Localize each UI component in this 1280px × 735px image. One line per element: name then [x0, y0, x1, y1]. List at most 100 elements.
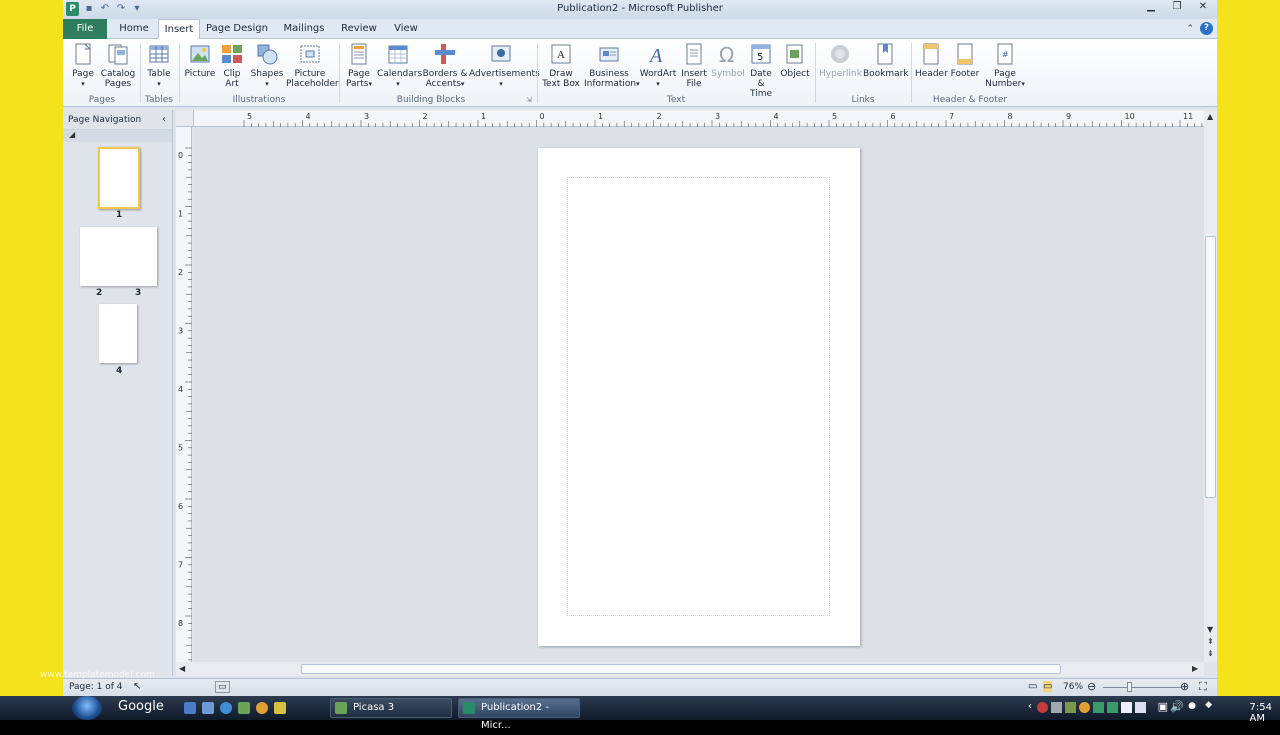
page-thumbnail-4[interactable]: [99, 304, 137, 363]
scroll-up-icon[interactable]: ▲: [1207, 112, 1213, 121]
publication-page[interactable]: [538, 148, 860, 646]
ruler-corner[interactable]: [176, 110, 194, 127]
picture-placeholder-button[interactable]: Picture Placeholder: [286, 42, 339, 89]
start-button[interactable]: [72, 696, 102, 720]
tab-page-design[interactable]: Page Design: [206, 19, 268, 39]
zoom-slider-thumb[interactable]: [1127, 682, 1132, 692]
bookmark-button[interactable]: Bookmark: [863, 42, 909, 79]
page-button[interactable]: Page ▾: [68, 42, 98, 89]
horizontal-scroll-thumb[interactable]: [301, 664, 1061, 674]
shapes-button[interactable]: Shapes ▾: [249, 42, 285, 89]
minimize-icon[interactable]: ▁: [1139, 0, 1163, 14]
security-tray-icon[interactable]: [1037, 702, 1048, 713]
chrome-icon[interactable]: [256, 702, 268, 714]
tray-icon[interactable]: [1065, 702, 1076, 713]
tray-icon[interactable]: [1093, 702, 1104, 713]
picture-button[interactable]: Picture: [184, 42, 216, 79]
media-icon[interactable]: [274, 702, 286, 714]
page-thumbnail-1[interactable]: [98, 147, 140, 209]
table-button[interactable]: Table ▾: [143, 42, 175, 89]
volume-icon[interactable]: 🔊: [1170, 700, 1184, 713]
show-desktop-icon[interactable]: [184, 702, 196, 714]
object-button[interactable]: Object: [779, 42, 811, 79]
zoom-slider[interactable]: [1103, 687, 1181, 688]
borders-accents-button[interactable]: Borders & Accents▾: [422, 42, 468, 89]
header-button[interactable]: Header: [915, 42, 948, 79]
ruler-label: 2: [657, 112, 662, 121]
vertical-scrollbar[interactable]: ▲ ▼ ⇞ ⇟: [1204, 110, 1217, 662]
close-icon[interactable]: ✕: [1191, 0, 1215, 14]
next-page-icon[interactable]: ⇟: [1207, 649, 1214, 658]
tray-expand-icon[interactable]: ‹: [1028, 701, 1032, 712]
google-toolbar-label[interactable]: Google: [118, 699, 164, 714]
tray-icon[interactable]: ●: [1188, 701, 1196, 711]
previous-page-icon[interactable]: ⇞: [1207, 637, 1214, 646]
tray-icon[interactable]: [1107, 702, 1118, 713]
collapse-pane-icon[interactable]: ‹: [162, 110, 166, 130]
catalog-pages-button[interactable]: Catalog Pages: [100, 42, 136, 89]
zoom-out-icon[interactable]: ⊖: [1087, 680, 1096, 693]
zoom-in-icon[interactable]: ⊕: [1180, 680, 1189, 693]
page-thumbnail-2-3[interactable]: [80, 227, 157, 286]
tab-insert[interactable]: Insert: [158, 19, 200, 40]
draw-text-box-button[interactable]: A Draw Text Box: [541, 42, 581, 89]
tray-icon[interactable]: [1135, 702, 1146, 713]
horizontal-ruler[interactable]: 5 4 3 2 1 0 1 2 3 4 5 6 7 8 9 10 11: [194, 110, 1204, 127]
internet-explorer-icon[interactable]: [220, 702, 232, 714]
tab-file[interactable]: File: [63, 19, 107, 39]
taskbar-item-picasa[interactable]: Picasa 3: [330, 698, 452, 718]
single-page-view-icon[interactable]: ▭: [1028, 681, 1037, 692]
footer-button[interactable]: Footer: [949, 42, 981, 79]
symbol-button[interactable]: Ω Symbol: [711, 42, 745, 79]
clip-art-button[interactable]: Clip Art: [220, 42, 244, 89]
network-icon[interactable]: ▣: [1158, 700, 1168, 713]
switch-windows-icon[interactable]: [202, 702, 214, 714]
tab-review[interactable]: Review: [339, 19, 379, 39]
clock[interactable]: 7:54 AM: [1250, 702, 1272, 724]
hyperlink-button[interactable]: Hyperlink: [819, 42, 862, 79]
calendars-button[interactable]: Calendars ▾: [377, 42, 422, 89]
horizontal-scrollbar[interactable]: ◀ ▶: [176, 662, 1204, 676]
tray-icon[interactable]: ◆: [1205, 700, 1212, 710]
advertisements-icon: [491, 45, 511, 62]
publisher-window: P ▪ ↶ ↷ ▾ Publication2 - Microsoft Publi…: [63, 0, 1217, 696]
two-page-view-icon[interactable]: ▭: [1043, 681, 1053, 692]
restore-icon[interactable]: ❐: [1165, 0, 1189, 14]
tab-home[interactable]: Home: [115, 19, 153, 39]
object-size-icon[interactable]: ▭: [215, 681, 230, 693]
fit-page-icon[interactable]: ⛶: [1199, 680, 1207, 694]
zoom-level[interactable]: 76%: [1063, 682, 1083, 692]
omega-icon: Ω: [719, 43, 734, 66]
date-time-button[interactable]: 5 Date & Time: [747, 42, 775, 99]
scroll-down-icon[interactable]: ▼: [1207, 625, 1213, 634]
scroll-right-icon[interactable]: ▶: [1192, 664, 1198, 673]
ruler-label: 7: [178, 561, 183, 570]
insert-file-button[interactable]: Insert File: [680, 42, 708, 89]
vertical-ruler[interactable]: 0 1 2 3 4 5 6 7 8: [176, 127, 192, 662]
tab-mailings[interactable]: Mailings: [279, 19, 329, 39]
ruler-label: 1: [178, 210, 183, 219]
ruler-label: 5: [178, 444, 183, 453]
ruler-label: 5: [832, 112, 837, 121]
minimize-ribbon-icon[interactable]: ⌃: [1186, 24, 1194, 34]
workspace-canvas[interactable]: [194, 127, 1204, 662]
vertical-scroll-thumb[interactable]: [1205, 236, 1216, 498]
wordart-button[interactable]: A WordArt ▾: [639, 42, 677, 89]
svg-text:5: 5: [757, 52, 763, 63]
picasa-quick-icon[interactable]: [238, 702, 250, 714]
tray-icon[interactable]: [1079, 702, 1090, 713]
page-number-button[interactable]: # Page Number▾: [985, 42, 1025, 89]
page-count-status[interactable]: Page: 1 of 4: [69, 682, 123, 692]
section-expander-icon[interactable]: ◢: [63, 130, 172, 142]
tab-view[interactable]: View: [389, 19, 423, 39]
scroll-left-icon[interactable]: ◀: [179, 664, 185, 673]
help-icon[interactable]: ?: [1200, 22, 1213, 35]
advertisements-button[interactable]: Advertisements ▾: [469, 42, 540, 89]
svg-text:A: A: [557, 49, 565, 61]
page-parts-button[interactable]: Page Parts▾: [344, 42, 374, 89]
taskbar-item-publisher[interactable]: Publication2 - Micr...: [458, 698, 580, 731]
dialog-launcher-icon[interactable]: ⇲: [526, 95, 532, 105]
tray-icon[interactable]: [1121, 702, 1132, 713]
business-information-button[interactable]: Business Information▾: [584, 42, 640, 89]
tray-icon[interactable]: [1051, 702, 1062, 713]
